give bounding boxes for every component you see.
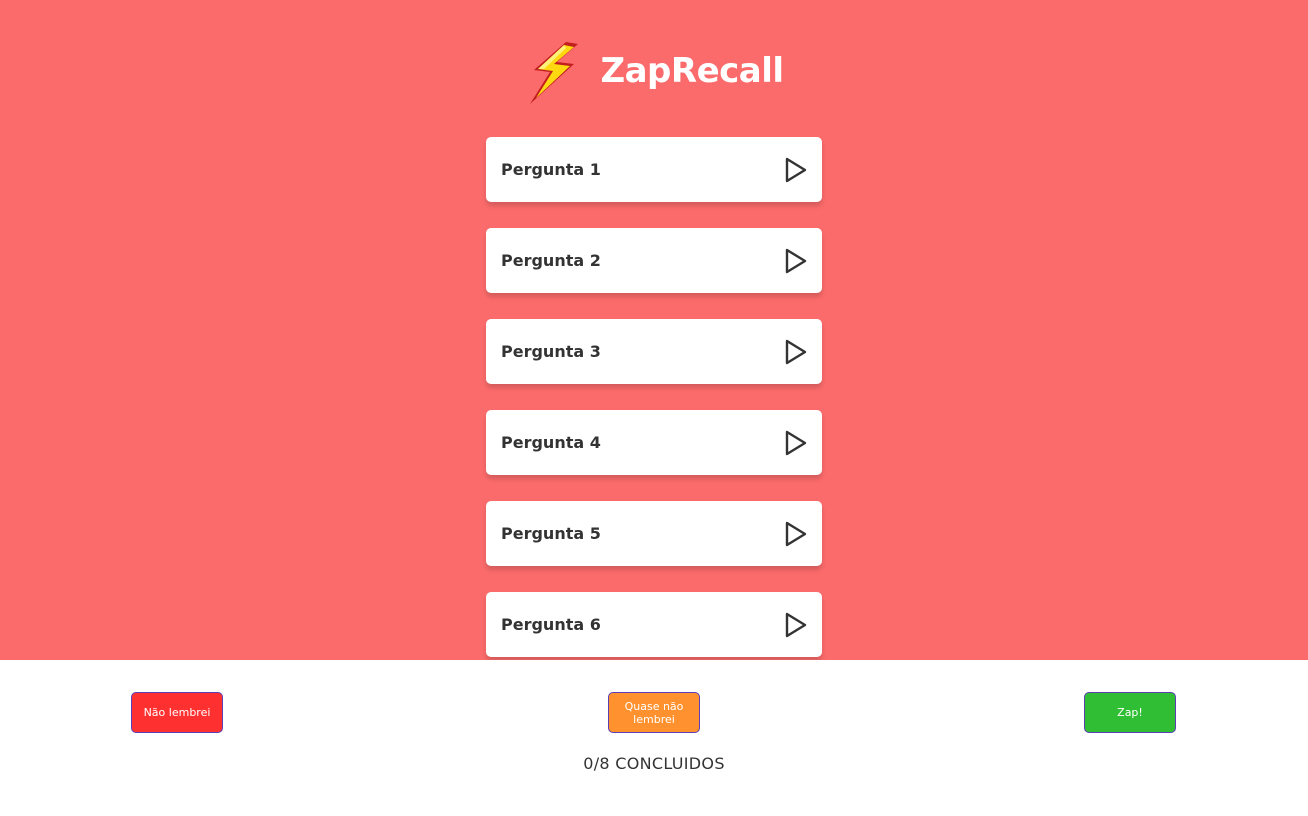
question-card[interactable]: Pergunta 3: [486, 319, 822, 384]
question-label: Pergunta 6: [501, 615, 601, 634]
play-icon[interactable]: [784, 248, 808, 274]
progress-counter: 0/8 CONCLUIDOS: [583, 754, 725, 773]
play-icon[interactable]: [784, 521, 808, 547]
question-card[interactable]: Pergunta 5: [486, 501, 822, 566]
play-icon[interactable]: [784, 157, 808, 183]
question-card[interactable]: Pergunta 4: [486, 410, 822, 475]
question-label: Pergunta 3: [501, 342, 601, 361]
question-label: Pergunta 2: [501, 251, 601, 270]
flashcards-area: ZapRecall Pergunta 1 Pergunta 2 Pergunta…: [0, 0, 1308, 660]
almost-recall-button[interactable]: Quase não lembrei: [608, 692, 700, 733]
zap-button[interactable]: Zap!: [1084, 692, 1176, 733]
play-icon[interactable]: [784, 612, 808, 638]
lightning-bolt-icon: [530, 42, 579, 104]
question-label: Pergunta 5: [501, 524, 601, 543]
question-label: Pergunta 1: [501, 160, 601, 179]
question-card[interactable]: Pergunta 6: [486, 592, 822, 657]
app-title: ZapRecall: [600, 51, 784, 91]
question-card[interactable]: Pergunta 2: [486, 228, 822, 293]
question-card[interactable]: Pergunta 1: [486, 137, 822, 202]
question-label: Pergunta 4: [501, 433, 601, 452]
no-recall-button[interactable]: Não lembrei: [131, 692, 223, 733]
question-list: Pergunta 1 Pergunta 2 Pergunta 3 Pergunt…: [486, 137, 822, 660]
play-icon[interactable]: [784, 430, 808, 456]
play-icon[interactable]: [784, 339, 808, 365]
answer-footer: Não lembrei Quase não lembrei Zap! 0/8 C…: [0, 660, 1308, 816]
app-logo: ZapRecall: [0, 40, 1308, 106]
app-root: ZapRecall Pergunta 1 Pergunta 2 Pergunta…: [0, 0, 1308, 816]
